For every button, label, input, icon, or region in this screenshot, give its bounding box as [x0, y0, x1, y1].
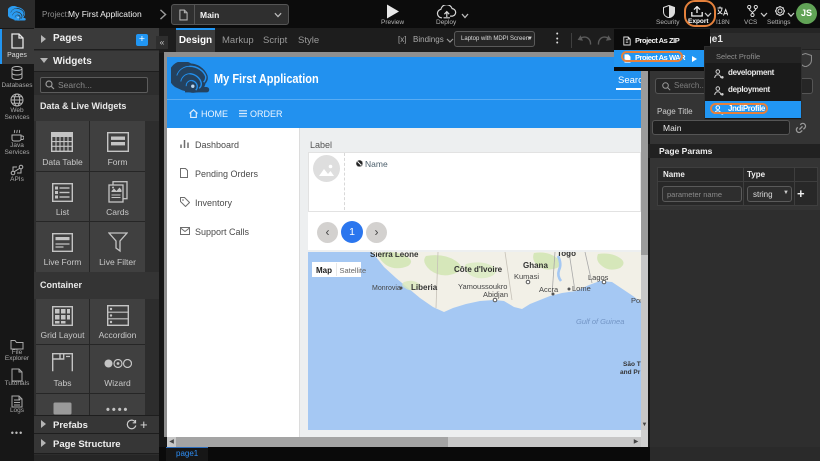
svg-text:Monrovia: Monrovia — [372, 285, 401, 292]
svg-text:Accra: Accra — [539, 285, 559, 294]
svg-text:Ghana: Ghana — [523, 261, 548, 270]
svg-text:Sierra Leone: Sierra Leone — [370, 252, 419, 259]
svg-text:Gulf of Guinea: Gulf of Guinea — [576, 317, 624, 326]
svg-text:Togo: Togo — [557, 252, 576, 258]
svg-text:Port: Port — [631, 296, 641, 305]
svg-text:Abidjan: Abidjan — [483, 290, 508, 299]
svg-text:Satellite: Satellite — [340, 266, 367, 275]
svg-text:Kumasi: Kumasi — [514, 272, 539, 281]
svg-text:Liberia: Liberia — [411, 283, 438, 292]
svg-text:Lome: Lome — [572, 284, 591, 293]
svg-text:Côte d'Ivoire: Côte d'Ivoire — [454, 265, 503, 274]
svg-text:and Pr: and Pr — [620, 369, 641, 376]
svg-text:São T: São T — [623, 361, 641, 368]
svg-text:Map: Map — [316, 266, 332, 275]
